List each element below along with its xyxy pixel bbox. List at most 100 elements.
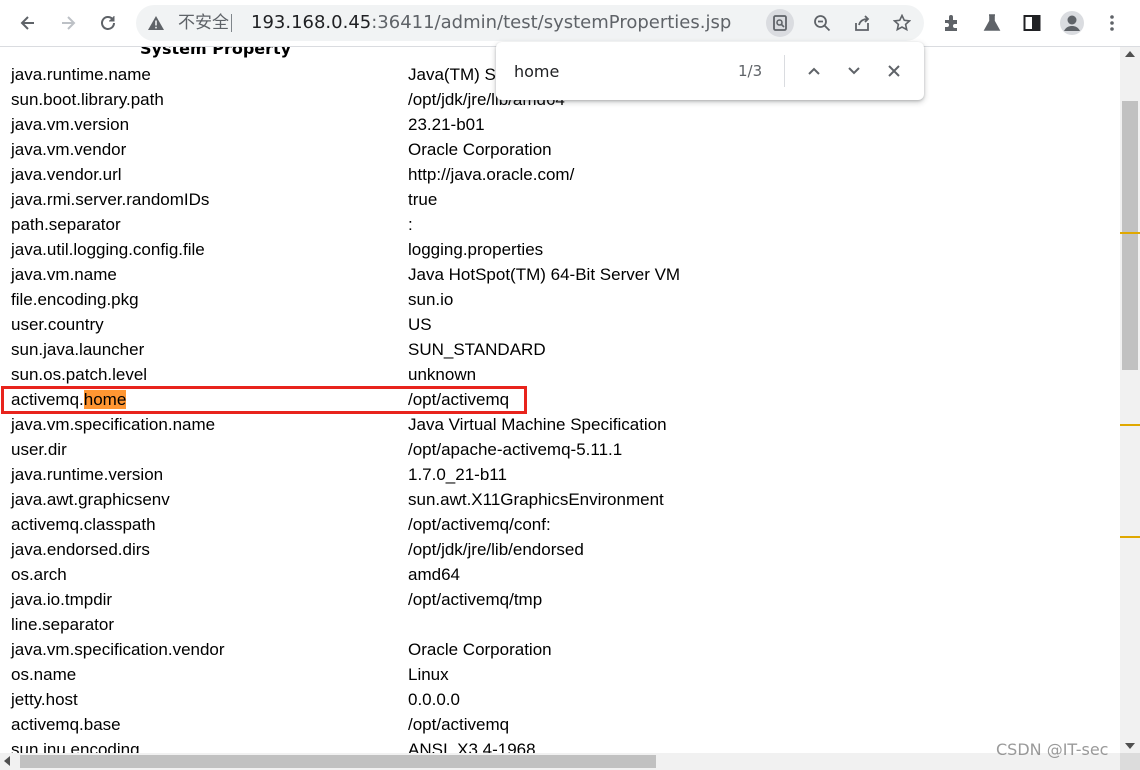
- property-value: logging.properties: [408, 240, 544, 259]
- property-row: path.separator:: [0, 212, 1120, 237]
- property-row: java.awt.graphicsenv sun.awt.X11GraphicsE…: [0, 487, 1120, 512]
- share-icon[interactable]: [848, 9, 876, 37]
- property-key: os.arch: [11, 565, 67, 584]
- back-icon[interactable]: [12, 7, 44, 39]
- property-value: sun.awt.X11GraphicsEnvironment: [408, 490, 664, 509]
- warning-icon[interactable]: [146, 13, 166, 33]
- property-row: line.separator: [0, 612, 1120, 637]
- scroll-up-icon[interactable]: [1125, 51, 1135, 57]
- find-input[interactable]: [514, 59, 714, 83]
- property-value: /opt/activemq/tmp: [408, 590, 543, 609]
- reload-icon[interactable]: [92, 7, 124, 39]
- find-match-count: 1/3: [738, 62, 763, 80]
- property-row: sun.jnu.encoding ANSI_X3.4-1968: [0, 737, 1120, 753]
- scroll-left-icon[interactable]: [4, 756, 10, 766]
- address-divider: [231, 14, 232, 32]
- property-key: user.dir: [11, 440, 67, 459]
- property-key: java.vm.specification.vendor: [11, 640, 225, 659]
- find-match-tick: [1120, 536, 1140, 538]
- property-row: java.io.tmpdir/opt/activemq/tmp: [0, 587, 1120, 612]
- property-value: true: [408, 190, 438, 209]
- bookmark-star-icon[interactable]: [888, 9, 916, 37]
- property-key: activemq.home: [11, 390, 127, 409]
- find-divider: [784, 55, 785, 87]
- property-key: file.encoding.pkg: [11, 290, 139, 309]
- scroll-down-icon[interactable]: [1125, 743, 1135, 749]
- property-row: java.vm.name Java HotSpot(TM) 64-Bit Serv…: [0, 262, 1120, 287]
- property-key: sun.os.patch.level: [11, 365, 148, 384]
- property-key: java.io.tmpdir: [11, 590, 113, 609]
- property-row: file.encoding.pkg sun.io: [0, 287, 1120, 312]
- property-row: user.dir/opt/apache-activemq-5.11.1: [0, 437, 1120, 462]
- property-row: java.runtime.version 1.7.0_21-b11: [0, 462, 1120, 487]
- property-row: os.name Linux: [0, 662, 1120, 687]
- property-key: sun.boot.library.path: [11, 90, 164, 109]
- property-row: java.vm.vendor Oracle Corporation: [0, 137, 1120, 162]
- property-key: path.separator: [11, 215, 121, 234]
- property-row: activemq.home/opt/activemq: [0, 387, 1120, 412]
- section-header: System Property: [140, 47, 292, 58]
- url-host: 193.168.0.45: [251, 12, 372, 33]
- property-key: java.vm.name: [11, 265, 117, 284]
- property-key: os.name: [11, 665, 77, 684]
- profile-icon[interactable]: [1056, 7, 1088, 39]
- property-key: user.country: [11, 315, 104, 334]
- property-row: jetty.host 0.0.0.0: [0, 687, 1120, 712]
- security-label[interactable]: 不安全: [178, 12, 229, 34]
- vertical-scrollbar[interactable]: [1120, 47, 1140, 753]
- property-value: /opt/activemq: [408, 390, 510, 409]
- menu-icon[interactable]: [1096, 7, 1128, 39]
- property-row: java.vm.specification.vendor Oracle Corpo…: [0, 637, 1120, 662]
- property-value: amd64: [408, 565, 460, 584]
- property-row: java.vm.version 23.21-b01: [0, 112, 1120, 137]
- labs-icon[interactable]: [976, 7, 1008, 39]
- property-key: java.rmi.server.randomIDs: [11, 190, 210, 209]
- find-in-page-icon[interactable]: [766, 9, 794, 37]
- property-key: java.vm.version: [11, 115, 130, 134]
- forward-icon[interactable]: [52, 7, 84, 39]
- property-key: java.util.logging.config.file: [11, 240, 205, 259]
- property-value: 1.7.0_21-b11: [408, 465, 507, 484]
- property-key: jetty.host: [11, 690, 78, 709]
- close-icon[interactable]: [880, 57, 908, 85]
- property-key: java.vendor.url: [11, 165, 122, 184]
- property-key: activemq.base: [11, 715, 121, 734]
- browser-toolbar: 不安全 193.168.0.45:36411/admin/test/system…: [0, 0, 1140, 47]
- property-value: Linux: [408, 665, 449, 684]
- property-value: 23.21-b01: [408, 115, 485, 134]
- property-value: 0.0.0.0: [408, 690, 460, 709]
- property-value: /opt/jdk/jre/lib/endorsed: [408, 540, 584, 559]
- property-value: http://java.oracle.com/: [408, 165, 575, 184]
- property-key: sun.jnu.encoding: [11, 740, 140, 753]
- zoom-icon[interactable]: [808, 9, 836, 37]
- property-key: java.runtime.name: [11, 65, 151, 84]
- property-row: sun.java.launcher SUN_STANDARD: [0, 337, 1120, 362]
- property-key: sun.java.launcher: [11, 340, 145, 359]
- side-panel-icon[interactable]: [1016, 7, 1048, 39]
- property-row: os.arch amd64: [0, 562, 1120, 587]
- property-row: java.endorsed.dirs/opt/jdk/jre/lib/endor…: [0, 537, 1120, 562]
- property-key: line.separator: [11, 615, 115, 634]
- property-value: Java(TM) SE: [408, 65, 508, 84]
- property-key: java.runtime.version: [11, 465, 164, 484]
- property-row: activemq.classpath/opt/activemq/conf:: [0, 512, 1120, 537]
- property-row: java.rmi.server.randomIDs true: [0, 187, 1120, 212]
- vertical-scroll-thumb[interactable]: [1122, 101, 1138, 370]
- previous-match-icon[interactable]: [800, 57, 828, 85]
- horizontal-scroll-thumb[interactable]: [20, 755, 656, 768]
- property-table: java.runtime.name Java(TM) SE sun.boot.lib…: [0, 62, 1120, 753]
- scrollbar-corner: [1120, 753, 1140, 770]
- url-text[interactable]: 193.168.0.45:36411/admin/test/systemProp…: [251, 12, 731, 34]
- property-row: sun.os.patch.level unknown: [0, 362, 1120, 387]
- property-value: sun.io: [408, 290, 454, 309]
- next-match-icon[interactable]: [840, 57, 868, 85]
- property-value: SUN_STANDARD: [408, 340, 546, 359]
- extensions-icon[interactable]: [936, 7, 968, 39]
- page-content: System Property java.runtime.name Java(TM…: [0, 47, 1120, 753]
- property-value: Java HotSpot(TM) 64-Bit Server VM: [408, 265, 681, 284]
- address-bar[interactable]: 不安全 193.168.0.45:36411/admin/test/system…: [136, 5, 924, 41]
- property-row: activemq.base/opt/activemq: [0, 712, 1120, 737]
- property-value: US: [408, 315, 432, 334]
- property-row: java.vm.specification.name Java Virtual M…: [0, 412, 1120, 437]
- horizontal-scrollbar[interactable]: [0, 753, 1120, 770]
